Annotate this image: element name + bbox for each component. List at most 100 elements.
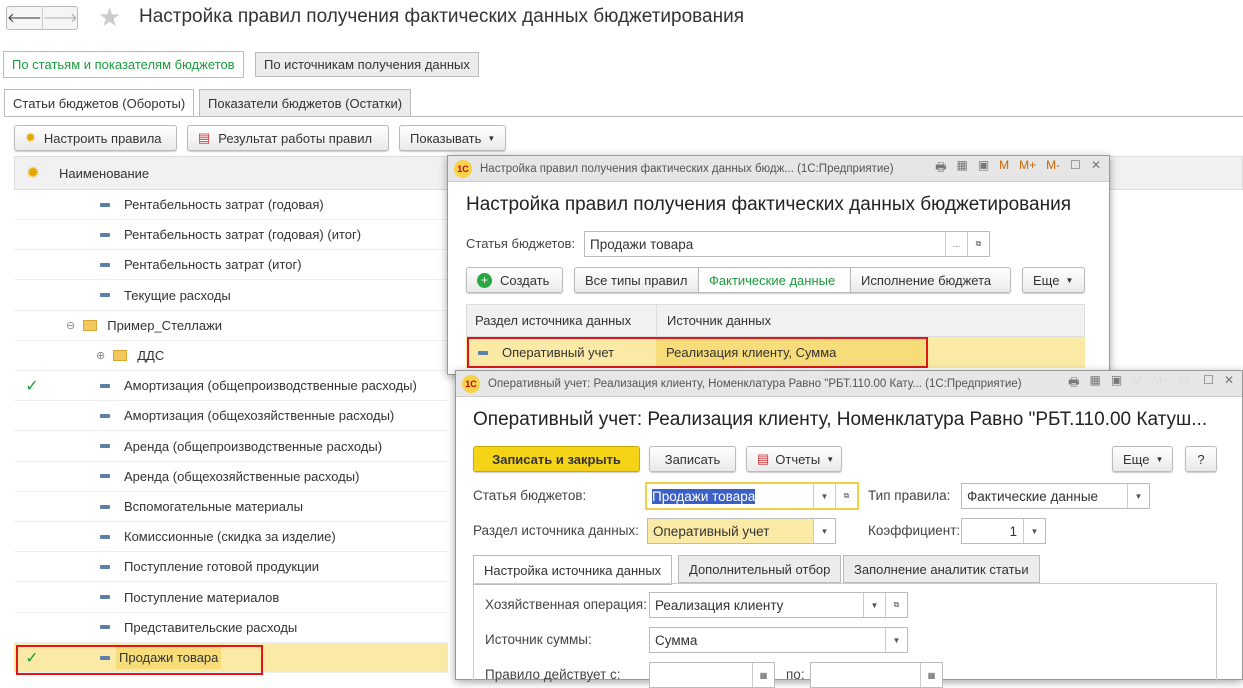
column-name[interactable]: Наименование	[59, 166, 149, 181]
maximize-icon[interactable]: ☐	[1070, 158, 1081, 179]
operation-select[interactable]: Реализация клиенту ▼ ⧉	[649, 592, 908, 618]
article-field[interactable]: Продажи товара… ⧉	[584, 231, 990, 257]
tab-analytics-fill[interactable]: Заполнение аналитик статьи	[843, 555, 1040, 583]
item-icon	[100, 413, 110, 418]
open-icon[interactable]: ⧉	[835, 484, 857, 508]
item-label: Поступление готовой продукции	[124, 559, 320, 575]
calendar-icon[interactable]: ▣	[1111, 373, 1122, 394]
star-icon[interactable]: ★	[98, 2, 121, 33]
calculator-icon[interactable]: ▦	[956, 158, 967, 179]
rules-result-button[interactable]: ▤ Результат работы правил	[187, 125, 389, 151]
calendar-icon[interactable]: ▣	[978, 158, 989, 179]
calendar-icon[interactable]: ▦	[752, 663, 774, 687]
open-icon[interactable]: ⧉	[967, 232, 989, 256]
configure-rules-button[interactable]: ✹ Настроить правила	[14, 125, 177, 151]
print-icon[interactable]: 🖶	[1068, 373, 1079, 394]
item-label: Аренда (общепроизводственные расходы)	[124, 438, 383, 454]
list-item[interactable]: ⊖ Пример_Стеллажи	[14, 311, 448, 341]
coefficient-field[interactable]: 1 ▼	[961, 518, 1046, 544]
valid-to-field[interactable]: ▦	[810, 662, 943, 688]
rule-type-select[interactable]: Фактические данные ▼	[961, 483, 1150, 509]
filter-actual-data[interactable]: Фактические данные	[698, 267, 851, 293]
list-item[interactable]: Аренда (общехозяйственные расходы)	[14, 462, 448, 492]
print-icon[interactable]: 🖶	[935, 158, 946, 179]
list-item[interactable]: Комиссионные (скидка за изделие)	[14, 522, 448, 553]
memory-minus-icon[interactable]: M-	[1046, 158, 1060, 179]
sum-source-label: Источник суммы:	[485, 632, 592, 647]
valid-from-label: Правило действует с:	[485, 667, 621, 682]
item-label: Поступление материалов	[124, 589, 280, 605]
show-dropdown[interactable]: Показывать ▼	[399, 125, 506, 151]
more-button[interactable]: Еще ▼	[1022, 267, 1085, 293]
chevron-down-icon[interactable]: ▼	[813, 519, 835, 543]
maximize-icon[interactable]: ☐	[1203, 373, 1214, 394]
list-item[interactable]: Амортизация (общехозяйственные расходы)	[14, 401, 448, 432]
chevron-down-icon[interactable]: ▼	[1023, 519, 1045, 543]
close-icon[interactable]: ✕	[1091, 158, 1101, 179]
window-title: Настройка правил получения фактических д…	[466, 194, 1071, 215]
plus-circle-icon: +	[477, 272, 492, 288]
item-label: Текущие расходы	[124, 287, 231, 303]
more-button[interactable]: Еще ▼	[1112, 446, 1173, 472]
list-item[interactable]: ✓ Амортизация (общепроизводственные расхо…	[14, 371, 448, 402]
sum-source-select[interactable]: Сумма ▼	[649, 627, 908, 653]
report-icon: ▤	[198, 130, 211, 145]
tab-articles-turnover[interactable]: Статьи бюджетов (Обороты)	[4, 89, 195, 117]
tab-by-sources[interactable]: По источникам получения данных	[255, 52, 479, 77]
highlight-box	[16, 645, 263, 675]
list-item[interactable]: Поступление материалов	[14, 583, 448, 613]
item-icon	[100, 202, 110, 207]
valid-from-field[interactable]: ▦	[649, 662, 775, 688]
open-icon[interactable]: ⧉	[885, 593, 907, 617]
calendar-icon[interactable]: ▦	[920, 663, 942, 687]
list-item[interactable]: ⊕ ДДС	[14, 341, 448, 371]
forward-arrow-icon[interactable]: 🡒	[41, 7, 78, 29]
expand-icon[interactable]: ⊕	[96, 349, 105, 362]
create-button[interactable]: + Создать	[466, 267, 563, 293]
memory-m-icon[interactable]: M	[999, 158, 1009, 179]
gear-icon[interactable]: ✹	[15, 163, 51, 183]
list-item[interactable]: Поступление готовой продукции	[14, 552, 448, 583]
save-close-button[interactable]: Записать и закрыть	[473, 446, 640, 472]
calculator-icon[interactable]: ▦	[1089, 373, 1100, 394]
reports-button[interactable]: ▤ Отчеты ▼	[746, 446, 842, 472]
back-arrow-icon[interactable]: 🡐	[7, 7, 42, 29]
chevron-down-icon: ▼	[1155, 454, 1164, 464]
chevron-down-icon[interactable]: ▼	[813, 484, 835, 508]
save-button[interactable]: Записать	[649, 446, 736, 472]
expand-icon[interactable]: ⊖	[66, 319, 75, 332]
page-title: Настройка правил получения фактических д…	[139, 6, 744, 27]
ellipsis-icon[interactable]: …	[945, 232, 967, 256]
list-item[interactable]: Представительские расходы	[14, 613, 448, 643]
item-label: Аренда (общехозяйственные расходы)	[124, 468, 360, 484]
tab-additional-filter[interactable]: Дополнительный отбор	[678, 555, 842, 583]
report-icon: ▤	[757, 451, 770, 466]
item-icon	[100, 262, 110, 267]
list-item[interactable]: Рентабельность затрат (итог)	[14, 250, 448, 281]
highlight-box	[467, 337, 928, 368]
list-item[interactable]: Текущие расходы	[14, 281, 448, 311]
memory-plus-icon[interactable]: M+	[1019, 158, 1036, 179]
help-button[interactable]: ?	[1185, 446, 1217, 472]
item-label: Рентабельность затрат (годовая) (итог)	[124, 227, 362, 243]
section-select[interactable]: Оперативный учет ▼	[647, 518, 836, 544]
list-item[interactable]: Рентабельность затрат (годовая) (итог)	[14, 220, 448, 251]
list-item[interactable]: Вспомогательные материалы	[14, 492, 448, 522]
chevron-down-icon[interactable]: ▼	[885, 628, 907, 652]
list-item[interactable]: Аренда (общепроизводственные расходы)	[14, 432, 448, 462]
filter-budget-execution[interactable]: Исполнение бюджета	[850, 267, 1011, 293]
chevron-down-icon[interactable]: ▼	[1127, 484, 1149, 508]
tab-indicators-balance[interactable]: Показатели бюджетов (Остатки)	[199, 89, 412, 117]
close-icon[interactable]: ✕	[1224, 373, 1234, 394]
item-icon	[100, 293, 110, 298]
item-icon	[100, 625, 110, 630]
back-button[interactable]: 🡐 🡒	[6, 6, 78, 30]
list-item[interactable]: Рентабельность затрат (годовая)	[14, 190, 448, 220]
column-section[interactable]: Раздел источника данных	[467, 305, 657, 336]
column-source[interactable]: Источник данных	[657, 313, 771, 328]
chevron-down-icon[interactable]: ▼	[863, 593, 885, 617]
tab-source-settings[interactable]: Настройка источника данных	[473, 555, 673, 585]
tab-by-articles[interactable]: По статьям и показателям бюджетов	[3, 51, 244, 78]
article-field[interactable]: Продажи товара ▼ ⧉	[645, 482, 859, 510]
filter-all-types[interactable]: Все типы правил	[574, 267, 699, 293]
